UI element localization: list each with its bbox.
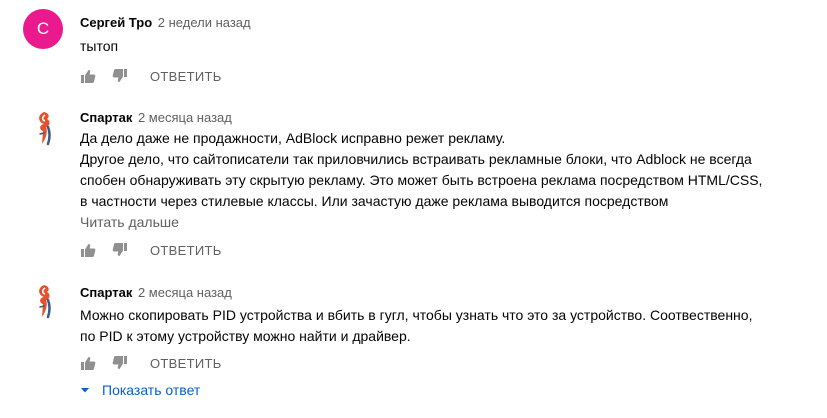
comment-time[interactable]: 2 месяца назад bbox=[138, 285, 232, 300]
comment-text: Да дело даже не продажности, AdBlock исп… bbox=[80, 128, 800, 212]
author-name[interactable]: Спартак bbox=[80, 110, 132, 125]
comment-actions: ОТВЕТИТЬ bbox=[80, 66, 222, 86]
comment-text: тытоп bbox=[80, 36, 800, 57]
show-replies-label: Показать ответ bbox=[102, 382, 201, 398]
comment-text: Можно скопировать PID устройства и вбить… bbox=[80, 305, 800, 347]
thumbs-up-icon[interactable] bbox=[80, 355, 96, 371]
avatar[interactable] bbox=[23, 280, 63, 320]
comment-text-line: в частности через стилевые классы. Или з… bbox=[80, 193, 669, 209]
caret-down-icon bbox=[81, 388, 89, 393]
comment-text-line: по PID к этому устройству можно найти и … bbox=[80, 328, 411, 344]
comment-header: Сергей Тро 2 недели назад bbox=[80, 14, 251, 32]
comment-text-line: Можно скопировать PID устройства и вбить… bbox=[80, 307, 753, 323]
comment-actions: ОТВЕТИТЬ bbox=[80, 353, 222, 373]
author-name[interactable]: Сергей Тро bbox=[80, 15, 152, 30]
show-replies-button[interactable]: Показать ответ bbox=[80, 382, 200, 398]
comment-text-line: тытоп bbox=[80, 38, 119, 54]
comment-time[interactable]: 2 недели назад bbox=[158, 15, 251, 30]
comment-text-line: Другое дело, что сайтописатели так прило… bbox=[80, 151, 752, 167]
comment-text-line: Да дело даже не продажности, AdBlock исп… bbox=[80, 130, 506, 146]
thumbs-down-icon[interactable] bbox=[112, 68, 128, 84]
comment-actions: ОТВЕТИТЬ bbox=[80, 240, 222, 260]
avatar[interactable]: С bbox=[23, 9, 63, 49]
thumbs-down-icon[interactable] bbox=[112, 242, 128, 258]
reply-button[interactable]: ОТВЕТИТЬ bbox=[150, 69, 222, 84]
reply-button[interactable]: ОТВЕТИТЬ bbox=[150, 243, 222, 258]
comment-header: Спартак 2 месяца назад bbox=[80, 284, 232, 302]
thumbs-up-icon[interactable] bbox=[80, 68, 96, 84]
spartak-logo-icon bbox=[39, 285, 51, 319]
avatar-letter: С bbox=[36, 19, 50, 38]
avatar[interactable] bbox=[23, 107, 63, 147]
comment-header: Спартак 2 месяца назад bbox=[80, 109, 232, 127]
thumbs-down-icon[interactable] bbox=[112, 355, 128, 371]
author-name[interactable]: Спартак bbox=[80, 285, 132, 300]
reply-button[interactable]: ОТВЕТИТЬ bbox=[150, 356, 222, 371]
thumbs-up-icon[interactable] bbox=[80, 242, 96, 258]
comment-time[interactable]: 2 месяца назад bbox=[138, 110, 232, 125]
comment-text-line: спобен обнаруживать эту скрытую рекламу.… bbox=[80, 172, 763, 188]
read-more-link[interactable]: Читать дальше bbox=[80, 212, 179, 232]
spartak-logo-icon bbox=[39, 112, 51, 146]
